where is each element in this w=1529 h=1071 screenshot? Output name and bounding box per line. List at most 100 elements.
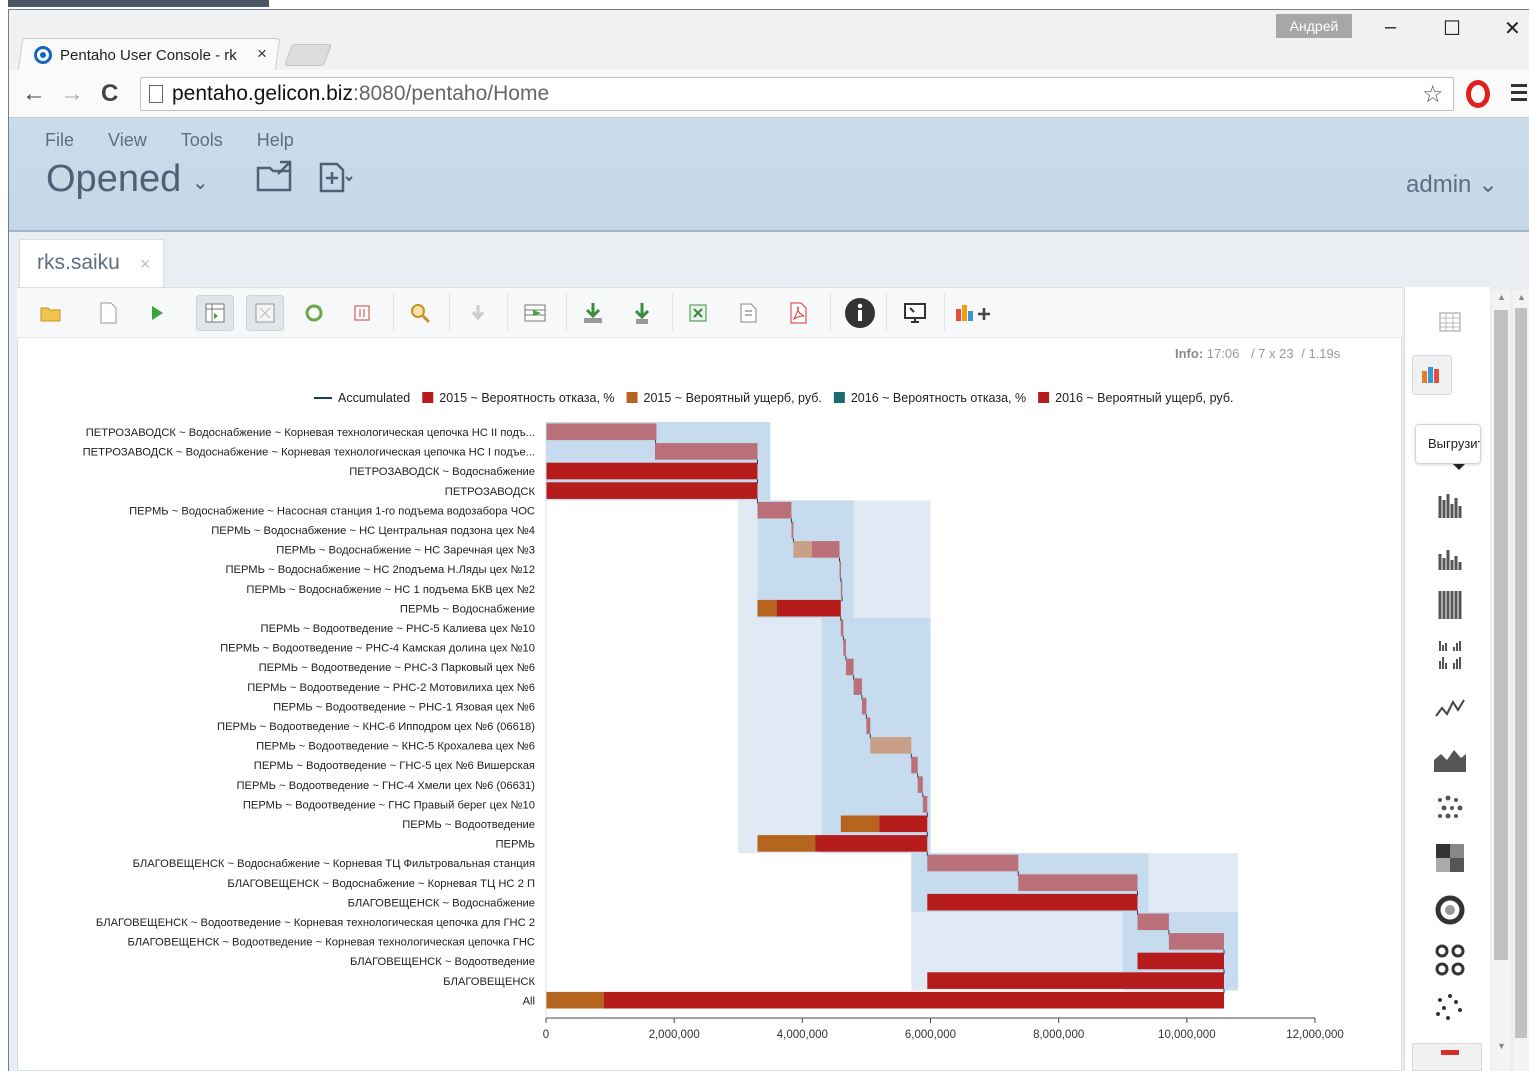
drill-through-button[interactable] — [401, 295, 439, 331]
bookmark-star-icon[interactable]: ☆ — [1422, 80, 1444, 109]
hide-parents-button[interactable] — [459, 295, 497, 331]
toggle-fields-button[interactable] — [196, 295, 234, 331]
forward-button[interactable]: → — [60, 80, 84, 108]
scroll-down-arrow-icon[interactable]: ▼ — [1497, 1041, 1506, 1051]
chevron-down-icon[interactable]: ⌄ — [192, 170, 209, 195]
dropdown-arrow-icon — [1453, 464, 1465, 470]
minimize-button[interactable]: – — [1385, 16, 1396, 39]
info-label: Info: — [1175, 346, 1204, 361]
info-dimensions: / 7 x 23 — [1250, 346, 1294, 361]
menu-help[interactable]: Help — [257, 130, 294, 151]
open-query-button[interactable] — [32, 295, 70, 331]
reload-button[interactable]: C — [101, 80, 118, 108]
category-label: БЛАГОВЕЩЕНСК ~ Водоснабжение — [348, 897, 535, 909]
query-info: Info: 17:06 / 7 x 23 / 1.19s — [1175, 346, 1340, 361]
sunburst-chart-icon[interactable] — [1430, 892, 1470, 928]
toolbar-separator — [449, 293, 450, 331]
toolbar-separator — [393, 293, 394, 331]
maximize-button[interactable]: ☐ — [1443, 16, 1461, 41]
multiple-bar-chart-icon[interactable] — [1430, 637, 1470, 673]
export-pdf-button[interactable] — [779, 295, 817, 331]
browser-menu-icon[interactable] — [1511, 84, 1527, 105]
new-tab-button[interactable] — [283, 44, 333, 66]
create-new-icon[interactable] — [318, 161, 354, 193]
multiple-pie-icon[interactable] — [1430, 942, 1470, 978]
legend-swatch — [1038, 392, 1050, 403]
page-scrollbar[interactable] — [1513, 290, 1529, 1071]
export-xls-button[interactable] — [574, 295, 612, 331]
category-label: ПЕРМЬ ~ Водоснабжение ~ Насосная станция… — [129, 505, 535, 517]
menu-tools[interactable]: Tools — [181, 130, 223, 151]
scatter-chart-icon[interactable] — [1430, 990, 1470, 1026]
category-label: ПЕТРОЗАВОДСК ~ Водоснабжение ~ Корневая … — [83, 447, 535, 459]
treemap-chart-button[interactable] — [1412, 1043, 1482, 1071]
add-chart-button[interactable] — [952, 295, 996, 331]
toolbar-separator — [507, 293, 508, 331]
close-window-button[interactable]: ✕ — [1504, 16, 1521, 41]
swap-axis-button[interactable] — [516, 295, 554, 331]
user-menu[interactable]: admin ⌄ — [1406, 170, 1498, 199]
category-label: ПЕРМЬ ~ Водоотведение ~ ГНС-4 Хмели цех … — [237, 780, 536, 792]
page-scroll-up-arrow-icon[interactable]: ▲ — [1517, 292, 1526, 302]
automatic-execution-button[interactable] — [295, 295, 333, 331]
toggle-grand-total-icon — [354, 305, 370, 321]
category-label: БЛАГОВЕЩЕНСК ~ Водоотведение ~ Корневая … — [96, 917, 535, 929]
page-icon — [149, 85, 163, 103]
menu-view[interactable]: View — [108, 130, 147, 151]
chart-bar — [791, 521, 794, 539]
run-query-button[interactable] — [138, 295, 176, 331]
export-dropdown[interactable]: Выгрузит — [1415, 424, 1481, 464]
export-xls-button-2[interactable] — [679, 295, 717, 331]
legend-swatch — [626, 392, 638, 403]
document-tab-close-icon[interactable]: × — [140, 254, 151, 275]
category-label: БЛАГОВЕЩЕНСК ~ Водоснабжение ~ Корневая … — [227, 878, 535, 890]
panel-scrollbar[interactable] — [1492, 290, 1510, 1071]
waterfall-chart: Accumulated 2015 ~ Вероятность отказа, % 2… — [83, 391, 1344, 1040]
bar-chart-icon[interactable] — [1430, 488, 1470, 524]
toolbar-separator — [830, 293, 831, 331]
heatmap-chart-icon[interactable] — [1430, 840, 1470, 876]
fullscreen-button[interactable] — [896, 295, 934, 331]
browse-files-icon[interactable] — [256, 160, 294, 192]
export-csv-button[interactable] — [729, 295, 767, 331]
document-tab-rks-saiku[interactable]: rks.saiku × — [19, 239, 164, 287]
toggle-fields-icon — [205, 303, 225, 323]
category-label: ПЕРМЬ ~ Водоснабжение ~ НС 1 подъема БКВ… — [246, 584, 535, 596]
legend-label: 2015 ~ Вероятность отказа, % — [439, 391, 614, 405]
table-view-icon[interactable] — [1430, 305, 1470, 341]
chart-bar — [922, 795, 928, 813]
category-label: ПЕРМЬ ~ Водоснабжение ~ НС 2подъема Н.Ля… — [225, 564, 535, 576]
opera-icon[interactable] — [1466, 80, 1490, 108]
category-label: БЛАГОВЕЩЕНСК ~ Водоснабжение ~ Корневая … — [133, 858, 535, 870]
browser-tab-content[interactable]: Pentaho User Console - rk — [34, 43, 284, 67]
dot-chart-icon[interactable] — [1430, 792, 1470, 828]
chart-bar — [927, 854, 1019, 872]
export-pdf-icon — [790, 302, 807, 324]
info-button[interactable] — [841, 295, 879, 331]
chart-bar — [843, 639, 846, 656]
stacked-bar-chart-icon[interactable] — [1430, 540, 1470, 576]
menu-file[interactable]: File — [45, 130, 74, 151]
toggle-grand-total-button[interactable] — [343, 295, 381, 331]
area-chart-icon[interactable] — [1430, 742, 1470, 778]
page-scrollbar-thumb[interactable] — [1515, 308, 1527, 1038]
category-label: ПЕРМЬ ~ Водоотведение ~ РНС-1 Язовая цех… — [273, 701, 535, 713]
toggle-sidebar-button[interactable] — [246, 295, 284, 331]
export-csv-down-button[interactable] — [623, 295, 661, 331]
panel-scrollbar-thumb[interactable] — [1494, 310, 1508, 960]
category-label: ПЕРМЬ ~ Водоотведение ~ РНС-4 Камская до… — [220, 643, 535, 655]
scroll-up-arrow-icon[interactable]: ▲ — [1497, 292, 1506, 302]
x-tick-label: 0 — [543, 1029, 549, 1040]
stacked-100-bar-icon[interactable] — [1430, 587, 1470, 623]
new-query-button[interactable] — [89, 295, 127, 331]
chart-bar — [927, 893, 1138, 911]
category-label: ПЕРМЬ ~ Водоснабжение ~ НС Заречная цех … — [276, 545, 535, 557]
chart-bar — [1018, 874, 1138, 891]
chart-bar — [546, 482, 758, 499]
back-button[interactable]: ← — [22, 80, 46, 108]
line-chart-icon[interactable] — [1430, 690, 1470, 726]
perspective-switcher[interactable]: Opened — [46, 158, 181, 201]
tab-close-button[interactable]: × — [257, 44, 267, 64]
profile-badge[interactable]: Андрей — [1276, 14, 1352, 38]
address-bar[interactable]: pentaho.gelicon.biz:8080/pentaho/Home — [140, 77, 1454, 111]
